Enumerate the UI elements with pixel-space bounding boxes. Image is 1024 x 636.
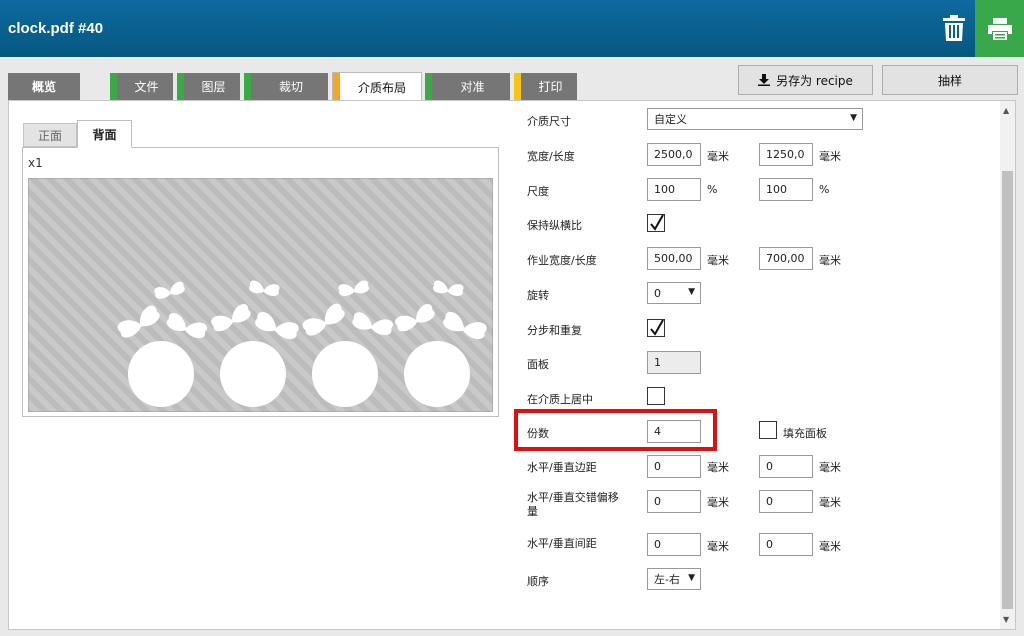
checkmark-icon — [650, 319, 664, 336]
status-stripe — [333, 73, 340, 101]
panels-label: 面板 — [527, 358, 549, 371]
scale-y-input[interactable]: 100 — [759, 178, 813, 201]
spacing-v-input[interactable]: 0 — [759, 533, 813, 556]
order-label: 顺序 — [527, 575, 549, 588]
status-stripe — [244, 73, 251, 100]
unit-label: 毫米 — [707, 461, 729, 474]
job-size-label: 作业宽度/长度 — [527, 254, 597, 267]
status-stripe — [514, 73, 521, 100]
keep-ratio-checkbox[interactable] — [647, 214, 665, 232]
step-repeat-checkbox[interactable] — [647, 319, 665, 337]
job-length-input[interactable]: 700,00 — [759, 247, 813, 270]
status-stripe — [110, 73, 117, 100]
order-select[interactable]: 左-右 ▼ — [647, 568, 701, 590]
dropdown-arrow-icon: ▼ — [688, 287, 695, 297]
trash-icon — [943, 15, 965, 41]
unit-label: 毫米 — [707, 540, 729, 553]
unit-label: 毫米 — [819, 254, 841, 267]
printer-icon — [987, 17, 1012, 40]
tab-overview[interactable]: 概览 — [8, 73, 80, 100]
spacing-h-input[interactable]: 0 — [647, 533, 701, 556]
scrollbar-thumb[interactable] — [1002, 171, 1013, 609]
tab-align[interactable]: 对准 — [425, 73, 510, 100]
unit-label: % — [819, 183, 830, 196]
panels-input: 1 — [647, 351, 701, 374]
status-stripe — [425, 73, 432, 100]
tab-file[interactable]: 文件 — [110, 73, 173, 100]
center-on-media-checkbox[interactable] — [647, 387, 665, 405]
stagger-h-input[interactable]: 0 — [647, 490, 701, 513]
layout-preview-image — [28, 178, 493, 412]
download-icon — [758, 74, 771, 86]
save-recipe-button[interactable]: 另存为 recipe — [738, 65, 873, 95]
checkmark-icon — [650, 214, 664, 231]
unit-label: 毫米 — [819, 150, 841, 163]
media-size-select[interactable]: 自定义 ▼ — [647, 108, 863, 130]
dropdown-arrow-icon: ▼ — [688, 573, 695, 583]
margin-v-input[interactable]: 0 — [759, 455, 813, 478]
step-repeat-label: 分步和重复 — [527, 324, 582, 337]
scroll-down-arrow-icon[interactable]: ▼ — [1003, 615, 1009, 624]
copies-label: 份数 — [527, 427, 549, 440]
rotate-label: 旋转 — [527, 289, 549, 302]
window-title: clock.pdf #40 — [8, 20, 104, 37]
tab-media-layout[interactable]: 介质布局 — [332, 72, 422, 101]
media-width-input[interactable]: 2500,0 — [647, 143, 701, 166]
scale-label: 尺度 — [527, 185, 549, 198]
margins-label: 水平/垂直边距 — [527, 461, 597, 474]
tab-print[interactable]: 打印 — [514, 73, 577, 100]
unit-label: 毫米 — [819, 540, 841, 553]
copies-indicator: x1 — [28, 156, 43, 170]
tab-layers[interactable]: 图层 — [177, 73, 240, 100]
tab-cut[interactable]: 裁切 — [244, 73, 328, 100]
stagger-offset-label: 水平/垂直交错偏移 量 — [527, 491, 619, 518]
unit-label: % — [707, 183, 718, 196]
rotate-select[interactable]: 0 ▼ — [647, 282, 701, 304]
unit-label: 毫米 — [707, 254, 729, 267]
title-bar: clock.pdf #40 — [0, 0, 1024, 57]
scale-x-input[interactable]: 100 — [647, 178, 701, 201]
spacing-label: 水平/垂直间距 — [527, 537, 597, 550]
sample-button[interactable]: 抽样 — [882, 65, 1018, 95]
fill-panel-checkbox[interactable] — [759, 421, 777, 439]
print-button[interactable] — [975, 0, 1024, 57]
job-width-input[interactable]: 500,00 — [647, 247, 701, 270]
keep-ratio-label: 保持纵横比 — [527, 219, 582, 232]
vertical-scrollbar[interactable]: ▲ ▼ — [1000, 101, 1015, 629]
tab-back[interactable]: 背面 — [77, 120, 132, 148]
scroll-up-arrow-icon[interactable]: ▲ — [1003, 106, 1009, 115]
status-stripe — [177, 73, 184, 100]
media-length-input[interactable]: 1250,0 — [759, 143, 813, 166]
center-on-media-label: 在介质上居中 — [527, 393, 593, 406]
unit-label: 毫米 — [819, 461, 841, 474]
delete-button[interactable] — [935, 8, 973, 48]
dropdown-arrow-icon: ▼ — [850, 113, 857, 123]
tab-front[interactable]: 正面 — [23, 123, 77, 147]
fill-panel-label: 填充面板 — [783, 427, 827, 440]
copies-input[interactable]: 4 — [647, 420, 701, 443]
margin-h-input[interactable]: 0 — [647, 455, 701, 478]
unit-label: 毫米 — [707, 150, 729, 163]
unit-label: 毫米 — [707, 496, 729, 509]
unit-label: 毫米 — [819, 496, 841, 509]
width-length-label: 宽度/长度 — [527, 150, 575, 163]
stagger-v-input[interactable]: 0 — [759, 490, 813, 513]
media-size-label: 介质尺寸 — [527, 115, 571, 128]
